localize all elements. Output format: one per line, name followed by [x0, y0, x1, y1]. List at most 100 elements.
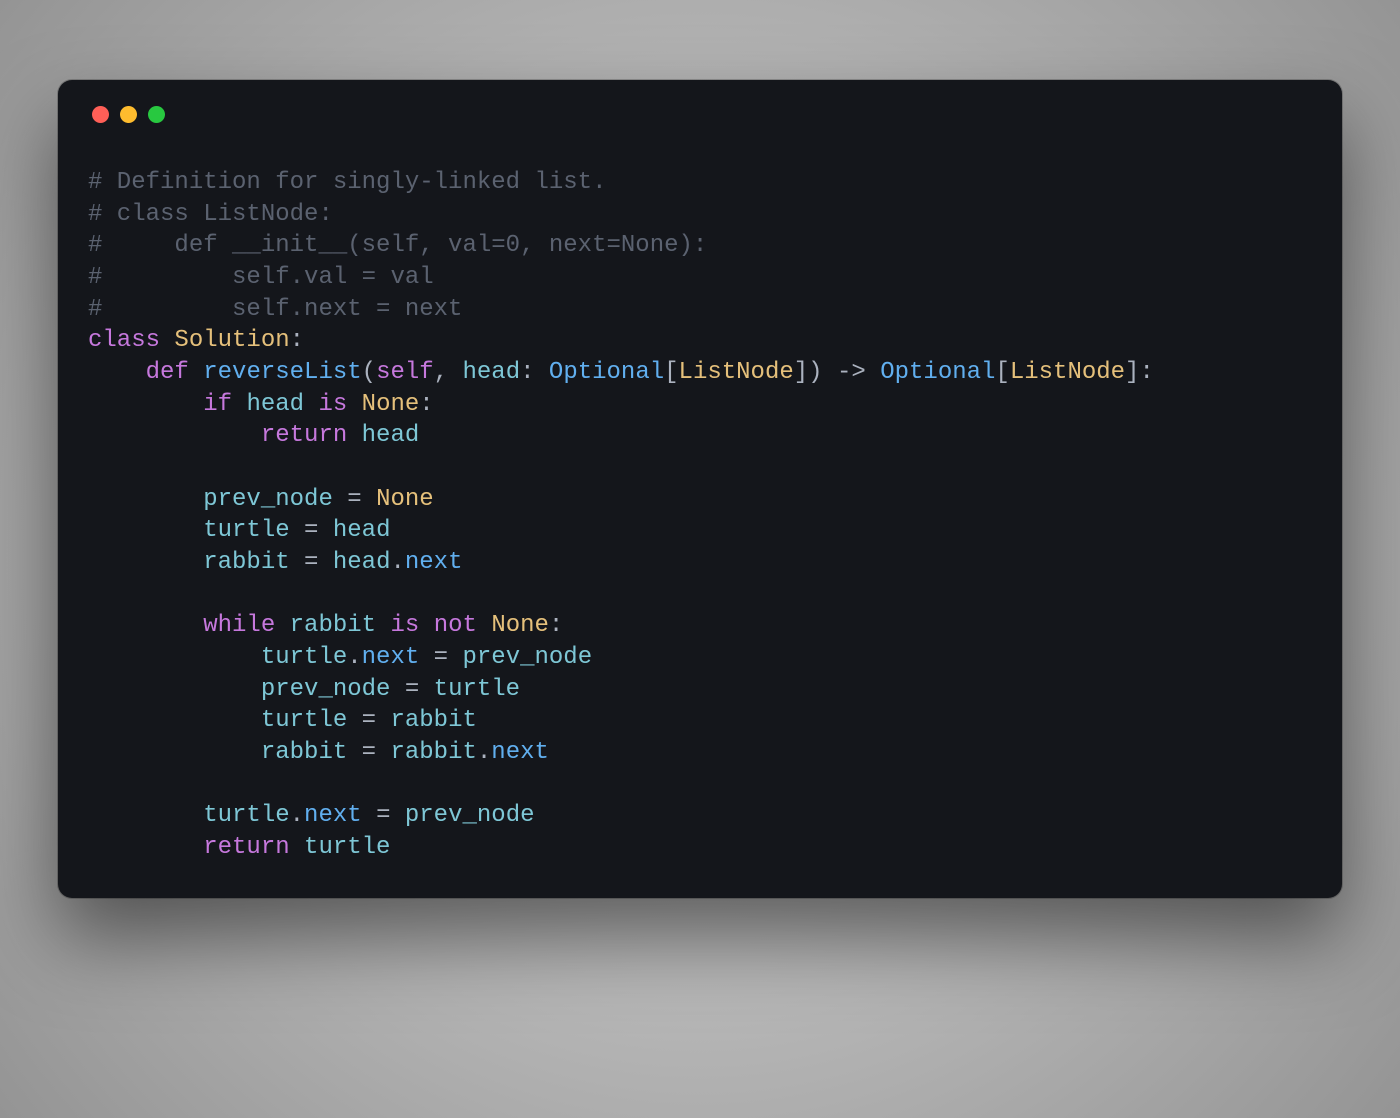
code-token [477, 612, 491, 639]
code-token [88, 676, 261, 703]
code-token: = [362, 739, 376, 766]
code-token: [ [664, 359, 678, 386]
code-token: next [362, 644, 420, 671]
code-token: = [347, 486, 361, 513]
code-token [88, 802, 203, 829]
code-token [88, 486, 203, 513]
code-token [333, 486, 347, 513]
code-token [88, 549, 203, 576]
code-token [88, 391, 203, 418]
code-token [419, 644, 433, 671]
zoom-icon[interactable] [148, 106, 165, 123]
code-token [866, 359, 880, 386]
code-token: prev_node [462, 644, 592, 671]
code-token: : [419, 391, 433, 418]
code-token: ]: [1125, 359, 1154, 386]
code-token: None [376, 486, 434, 513]
code-token [419, 676, 433, 703]
code-token [419, 612, 433, 639]
code-token: [ [995, 359, 1009, 386]
code-token: if [203, 391, 232, 418]
code-token [189, 359, 203, 386]
code-token: # class ListNode: [88, 201, 333, 228]
code-token: rabbit [390, 707, 476, 734]
code-token: : [549, 612, 563, 639]
code-token [390, 676, 404, 703]
code-token: return [261, 422, 347, 449]
code-token: return [203, 834, 289, 861]
code-token: : [290, 327, 304, 354]
code-token: Optional [549, 359, 664, 386]
code-token: head [333, 517, 391, 544]
code-token: # self.val = val [88, 264, 434, 291]
code-token: turtle [203, 802, 289, 829]
code-token: ListNode [679, 359, 794, 386]
code-token [362, 802, 376, 829]
code-token: Solution [174, 327, 289, 354]
code-token [88, 422, 261, 449]
code-token [88, 644, 261, 671]
code-token [318, 549, 332, 576]
code-token [318, 517, 332, 544]
code-token [362, 486, 376, 513]
code-token: head [246, 391, 304, 418]
code-token: ListNode [1010, 359, 1125, 386]
code-token: rabbit [261, 739, 347, 766]
code-token: turtle [261, 707, 347, 734]
code-token: next [405, 549, 463, 576]
code-token [88, 707, 261, 734]
code-token [88, 834, 203, 861]
code-token: turtle [261, 644, 347, 671]
code-token: rabbit [390, 739, 476, 766]
code-token [290, 549, 304, 576]
code-token: class [88, 327, 160, 354]
code-window: # Definition for singly-linked list. # c… [58, 80, 1342, 898]
code-token: = [304, 549, 318, 576]
code-token: turtle [304, 834, 390, 861]
code-token: head [333, 549, 391, 576]
code-token [88, 612, 203, 639]
code-token: turtle [434, 676, 520, 703]
code-token: prev_node [261, 676, 391, 703]
code-token [304, 391, 318, 418]
code-token [347, 391, 361, 418]
code-token [347, 422, 361, 449]
code-token [275, 612, 289, 639]
code-token: next [304, 802, 362, 829]
close-icon[interactable] [92, 106, 109, 123]
code-token: = [405, 676, 419, 703]
code-token: # self.next = next [88, 296, 462, 323]
code-token: . [477, 739, 491, 766]
minimize-icon[interactable] [120, 106, 137, 123]
code-token: . [290, 802, 304, 829]
code-token: turtle [203, 517, 289, 544]
code-token [88, 739, 261, 766]
code-token [290, 517, 304, 544]
code-token [232, 391, 246, 418]
code-token: None [491, 612, 549, 639]
code-token: next [491, 739, 549, 766]
code-token [376, 739, 390, 766]
code-token: = [376, 802, 390, 829]
code-block: # Definition for singly-linked list. # c… [88, 167, 1312, 864]
code-token: reverseList [203, 359, 361, 386]
code-token [390, 802, 404, 829]
code-token: rabbit [290, 612, 376, 639]
code-token: is [390, 612, 419, 639]
code-token: while [203, 612, 275, 639]
code-token [376, 612, 390, 639]
code-token [347, 739, 361, 766]
code-token: = [362, 707, 376, 734]
code-token: # Definition for singly-linked list. [88, 169, 606, 196]
code-token [347, 707, 361, 734]
code-token [290, 834, 304, 861]
code-token [160, 327, 174, 354]
code-token: None [362, 391, 420, 418]
code-token: ( [362, 359, 376, 386]
code-token: rabbit [203, 549, 289, 576]
code-token: . [390, 549, 404, 576]
code-token: . [347, 644, 361, 671]
code-token: prev_node [203, 486, 333, 513]
code-token: def [146, 359, 189, 386]
code-token: not [434, 612, 477, 639]
